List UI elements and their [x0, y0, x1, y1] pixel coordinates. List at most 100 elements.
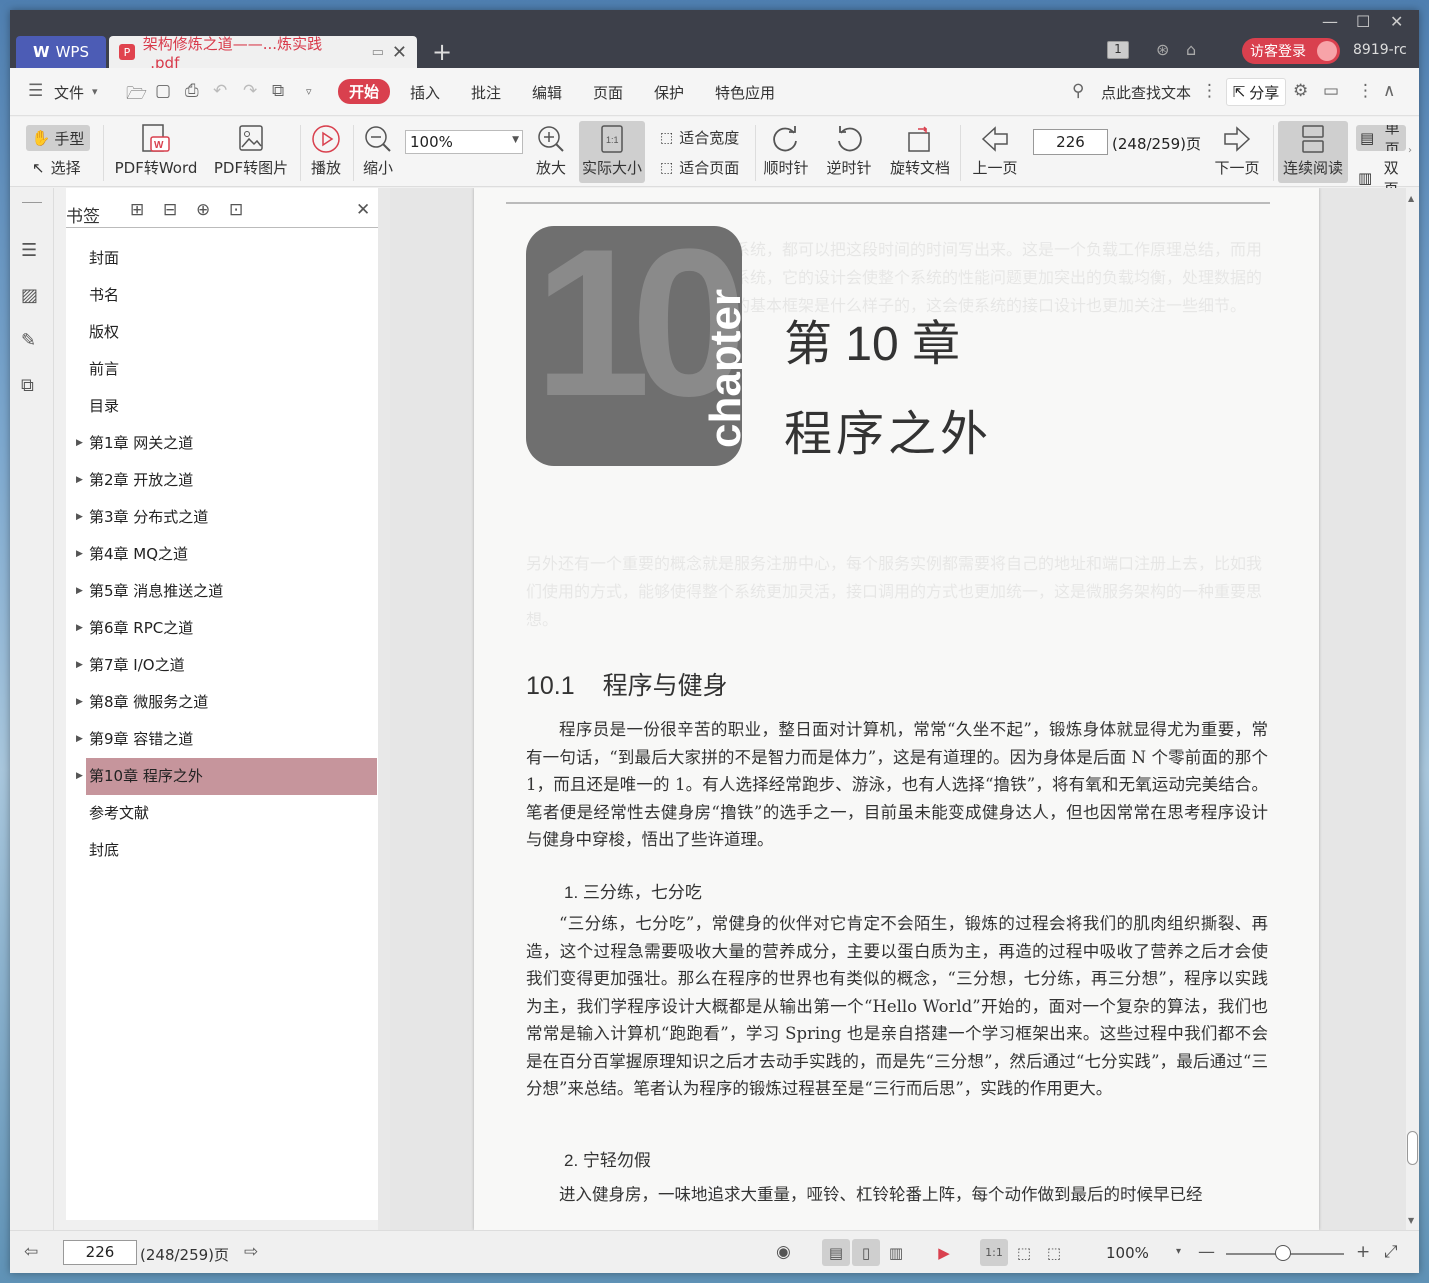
scroll-up-icon[interactable]: ▲ — [1408, 194, 1414, 203]
search-text-button[interactable]: 点此查找文本 — [1101, 82, 1191, 103]
file-menu[interactable]: 文件 — [54, 82, 84, 103]
hand-tool-button[interactable]: ✋ 手型 — [26, 125, 90, 151]
page-number-input[interactable]: 226 — [1033, 129, 1108, 155]
search-icon[interactable]: ⚲ — [1072, 81, 1084, 101]
bookmark-icon[interactable]: ⊡ — [229, 200, 243, 220]
bookmark-item-chapter-3[interactable]: ▶ 第3章 分布式之道 — [76, 499, 377, 536]
zoom-minus-icon[interactable]: — — [1198, 1242, 1215, 1262]
skin-icon[interactable]: ⌂ — [1186, 40, 1196, 59]
annotation-icon[interactable]: ✎ — [21, 330, 36, 351]
eye-protection-icon[interactable]: ◉ — [776, 1242, 791, 1262]
maximize-icon[interactable]: ☐ — [1356, 12, 1370, 31]
bookmark-item-contents[interactable]: 目录 — [86, 388, 377, 425]
rotate-document-button[interactable]: 旋转文档 — [888, 123, 952, 178]
bookmark-item-book-title[interactable]: 书名 — [86, 277, 377, 314]
window-count-badge[interactable]: 1 — [1107, 41, 1129, 59]
redo-icon[interactable]: ↷ — [243, 81, 257, 101]
fit-page-icon[interactable]: ⬚ — [1010, 1239, 1038, 1266]
cloud-sync-icon[interactable]: ⊛ — [1156, 40, 1169, 59]
fit-width-icon[interactable]: ⬚ — [1040, 1239, 1068, 1266]
save-icon[interactable]: ▢ — [155, 81, 171, 101]
actual-size-icon[interactable]: 1:1 — [980, 1239, 1008, 1266]
expand-arrow-icon[interactable]: ▶ — [76, 536, 83, 572]
bookmark-item-back-cover[interactable]: 封底 — [86, 832, 377, 869]
continuous-view-icon[interactable]: ▤ — [822, 1239, 850, 1266]
tab-protect[interactable]: 保护 — [654, 82, 684, 103]
bookmark-item-chapter-6[interactable]: ▶ 第6章 RPC之道 — [76, 610, 377, 647]
settings-gear-icon[interactable]: ⚙ — [1293, 81, 1308, 101]
chevron-down-icon[interactable]: ▾ — [92, 85, 98, 98]
minimize-icon[interactable]: — — [1322, 12, 1338, 31]
close-tab-icon[interactable]: ✕ — [392, 42, 407, 63]
bookmark-item-cover[interactable]: 封面 — [86, 240, 377, 277]
zoom-out-button[interactable]: 缩小 — [360, 123, 396, 178]
tab-start[interactable]: 开始 — [338, 79, 391, 104]
bookmark-item-chapter-7[interactable]: ▶ 第7章 I/O之道 — [76, 647, 377, 684]
select-tool-button[interactable]: ↖ 选择 — [32, 157, 92, 178]
bookmark-item-copyright[interactable]: 版权 — [86, 314, 377, 351]
export-image-icon[interactable]: ⧉ — [272, 81, 284, 101]
bookmark-item-preface[interactable]: 前言 — [86, 351, 377, 388]
status-page-input[interactable]: 226 — [63, 1240, 137, 1265]
bookmark-list-icon[interactable]: ☰ — [21, 240, 37, 261]
visitor-login-button[interactable]: 访客登录 — [1242, 38, 1340, 64]
play-button[interactable]: 播放 — [308, 123, 344, 178]
expand-arrow-icon[interactable]: ▶ — [76, 462, 83, 498]
bookmark-item-chapter-1[interactable]: ▶ 第1章 网关之道 — [76, 425, 377, 462]
pdf-to-image-button[interactable]: PDF转图片 — [213, 123, 289, 178]
expand-arrow-icon[interactable]: ▶ — [76, 573, 83, 609]
tab-page[interactable]: 页面 — [593, 82, 623, 103]
zoom-in-button[interactable]: 放大 — [532, 123, 570, 178]
tab-annotate[interactable]: 批注 — [471, 82, 501, 103]
share-button[interactable]: ⇱ 分享 — [1226, 78, 1286, 106]
actual-size-button[interactable]: 1:1 实际大小 — [579, 121, 645, 183]
bookmark-item-chapter-5[interactable]: ▶ 第5章 消息推送之道 — [76, 573, 377, 610]
print-icon[interactable]: ⎙ — [185, 81, 199, 101]
zoom-dropdown-icon[interactable]: ▾ — [1176, 1246, 1181, 1257]
hamburger-icon[interactable]: ☰ — [28, 81, 43, 101]
more-vertical-icon[interactable]: ⋮ — [1201, 81, 1218, 101]
close-window-icon[interactable]: ✕ — [1390, 12, 1403, 31]
scrollbar-thumb[interactable] — [1407, 1131, 1418, 1165]
prev-page-arrow-icon[interactable]: ⇦ — [24, 1242, 38, 1262]
fullscreen-icon[interactable]: ⤢ — [1384, 1242, 1398, 1262]
next-page-button[interactable]: 下一页 — [1212, 123, 1262, 178]
open-folder-icon[interactable]: 🗁 — [126, 81, 147, 110]
collapse-all-icon[interactable]: ⊟ — [163, 200, 177, 220]
tab-edit[interactable]: 编辑 — [532, 82, 562, 103]
expand-arrow-icon[interactable]: ▶ — [76, 721, 83, 757]
wps-home-tab[interactable]: W WPS — [16, 36, 106, 68]
expand-arrow-icon[interactable]: ▶ — [76, 647, 83, 683]
tab-special[interactable]: 特色应用 — [715, 82, 775, 103]
single-page-button[interactable]: ▤ 单页 — [1356, 125, 1406, 151]
document-scrollbar[interactable]: ▲ ▼ — [1406, 188, 1419, 1230]
zoom-level-select[interactable]: 100% ▼ — [405, 130, 523, 154]
next-page-arrow-icon[interactable]: ⇨ — [244, 1242, 258, 1262]
bookmark-item-chapter-9[interactable]: ▶ 第9章 容错之道 — [76, 721, 377, 758]
expand-all-icon[interactable]: ⊞ — [130, 200, 144, 220]
pdf-to-word-button[interactable]: W PDF转Word — [113, 123, 199, 178]
fit-width-button[interactable]: ⬚ 适合宽度 — [660, 127, 739, 148]
collapse-ribbon-icon[interactable]: ∧ — [1383, 81, 1395, 101]
screen-icon[interactable]: ▭ — [372, 45, 384, 60]
document-tab[interactable]: P 架构修炼之道——...炼实践_.pdf ▭ ✕ — [109, 35, 417, 72]
image-extract-icon[interactable]: ⧉ — [21, 375, 34, 396]
more-menu-icon[interactable]: ⋮ — [1357, 81, 1374, 101]
expand-arrow-icon[interactable]: ▶ — [76, 758, 83, 794]
continuous-reading-button[interactable]: 连续阅读 — [1278, 121, 1348, 183]
close-panel-icon[interactable]: ✕ — [356, 200, 370, 220]
thumbnail-icon[interactable]: ▨ — [21, 285, 38, 306]
undo-icon[interactable]: ↶ — [213, 81, 227, 101]
expand-arrow-icon[interactable]: ▶ — [76, 499, 83, 535]
expand-arrow-icon[interactable]: ▶ — [76, 425, 83, 461]
previous-page-button[interactable]: 上一页 — [970, 123, 1020, 178]
single-page-view-icon[interactable]: ▯ — [852, 1239, 880, 1266]
fit-page-button[interactable]: ⬚ 适合页面 — [660, 157, 739, 178]
bookmark-item-references[interactable]: 参考文献 — [86, 795, 377, 832]
add-bookmark-icon[interactable]: ⊕ — [196, 200, 210, 220]
expand-arrow-icon[interactable]: ▶ — [76, 684, 83, 720]
zoom-slider-knob[interactable] — [1275, 1245, 1291, 1261]
comment-icon[interactable]: ▭ — [1323, 81, 1339, 101]
double-page-view-icon[interactable]: ▥ — [882, 1239, 910, 1266]
new-tab-icon[interactable]: + — [432, 38, 452, 66]
